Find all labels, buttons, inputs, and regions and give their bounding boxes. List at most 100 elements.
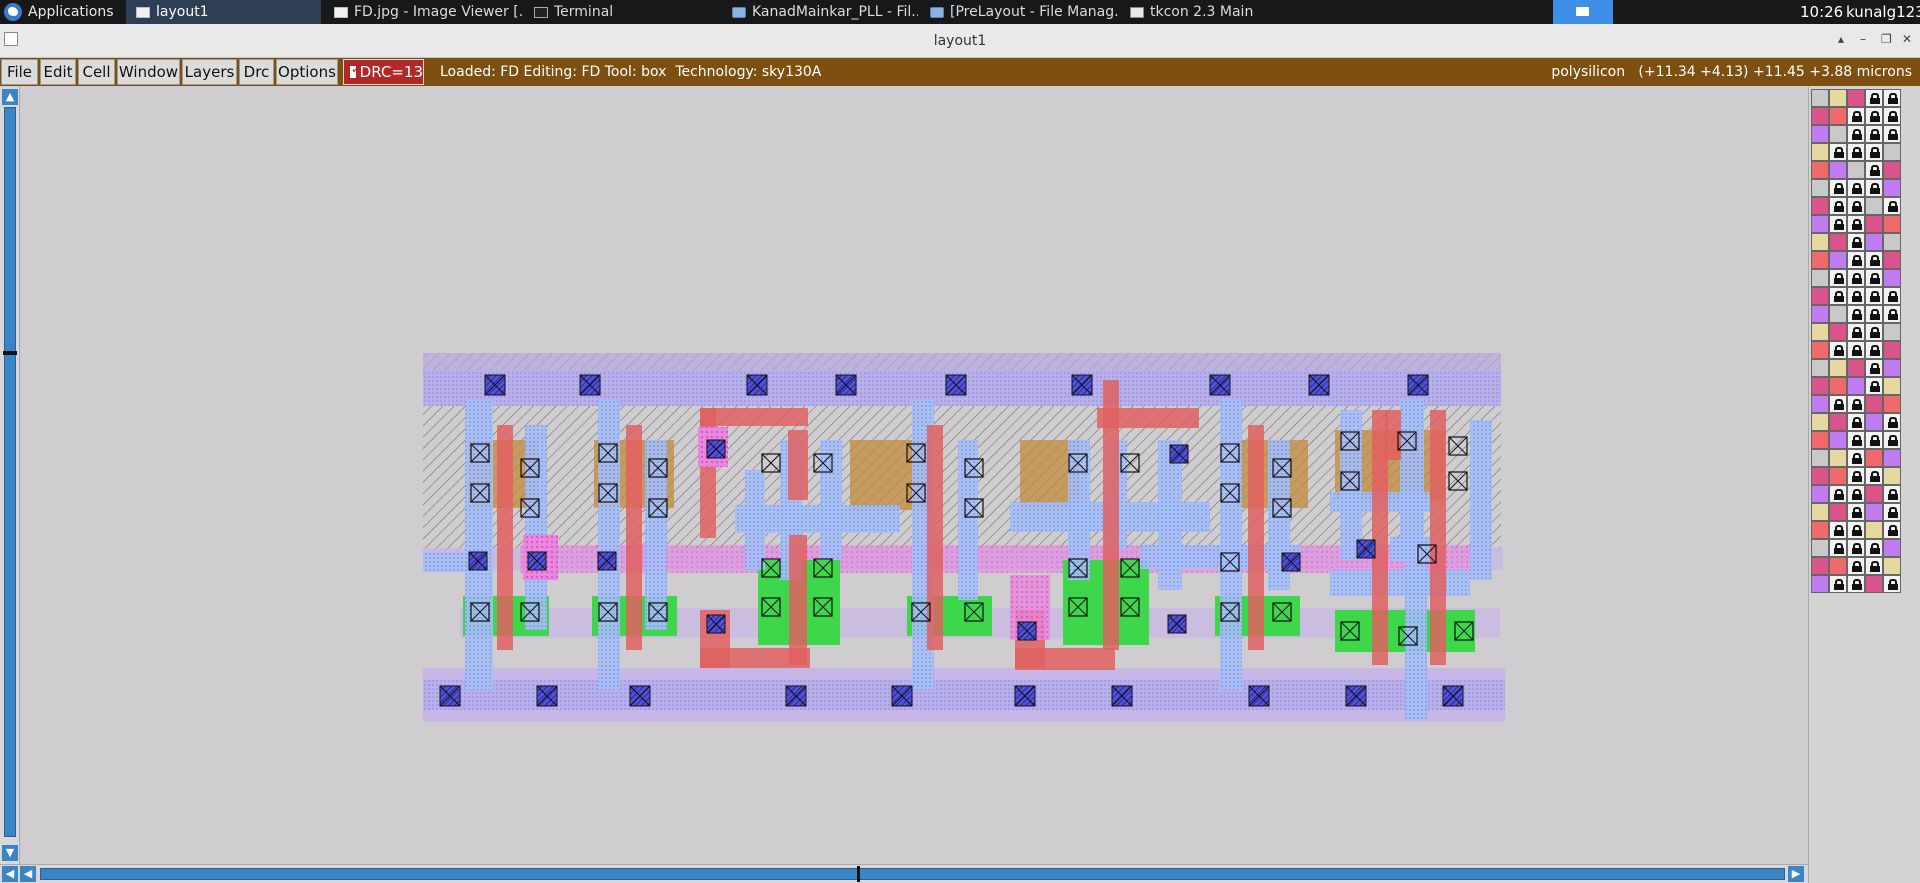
layer-swatch[interactable] [1865, 431, 1883, 449]
layer-swatch[interactable] [1883, 431, 1901, 449]
layer-swatch[interactable] [1865, 449, 1883, 467]
layer-swatch[interactable] [1811, 503, 1829, 521]
layer-swatch[interactable] [1829, 485, 1847, 503]
layer-swatch[interactable] [1811, 413, 1829, 431]
layer-swatch[interactable] [1829, 125, 1847, 143]
layer-swatch[interactable] [1847, 359, 1865, 377]
layer-swatch[interactable] [1847, 467, 1865, 485]
minimize-icon[interactable]: – [1860, 32, 1866, 46]
layer-swatch[interactable] [1865, 323, 1883, 341]
layer-swatch[interactable] [1811, 485, 1829, 503]
layer-swatch[interactable] [1865, 467, 1883, 485]
layer-swatch[interactable] [1811, 89, 1829, 107]
layer-swatch[interactable] [1883, 161, 1901, 179]
layer-swatch[interactable] [1847, 233, 1865, 251]
layer-swatch[interactable] [1811, 323, 1829, 341]
layer-swatch[interactable] [1865, 143, 1883, 161]
layer-swatch[interactable] [1829, 521, 1847, 539]
menu-edit[interactable]: Edit [40, 59, 76, 85]
layer-swatch[interactable] [1883, 251, 1901, 269]
scroll-up-icon[interactable]: ▲ [2, 89, 18, 105]
layer-swatch[interactable] [1829, 89, 1847, 107]
layer-swatch[interactable] [1811, 161, 1829, 179]
vertical-scrollbar[interactable]: ▲ ▼ [0, 87, 20, 865]
menu-window[interactable]: Window [117, 59, 180, 85]
layer-swatch[interactable] [1811, 305, 1829, 323]
layer-swatch[interactable] [1865, 215, 1883, 233]
layer-swatch[interactable] [1847, 503, 1865, 521]
layer-swatch[interactable] [1829, 197, 1847, 215]
layer-swatch[interactable] [1883, 269, 1901, 287]
menu-file[interactable]: File [1, 59, 38, 85]
layer-swatch[interactable] [1847, 485, 1865, 503]
horizontal-scroll-track[interactable] [40, 868, 1785, 880]
layer-swatch[interactable] [1847, 215, 1865, 233]
layer-swatch[interactable] [1811, 179, 1829, 197]
layer-swatch[interactable] [1883, 377, 1901, 395]
layer-swatch[interactable] [1847, 575, 1865, 593]
layer-swatch[interactable] [1811, 341, 1829, 359]
menu-cell[interactable]: Cell [78, 59, 115, 85]
task-layout1[interactable]: layout1 [126, 0, 321, 24]
layer-swatch[interactable] [1829, 377, 1847, 395]
layer-swatch[interactable] [1811, 215, 1829, 233]
layer-swatch[interactable] [1811, 377, 1829, 395]
layer-swatch[interactable] [1883, 341, 1901, 359]
layer-swatch[interactable] [1865, 161, 1883, 179]
layer-swatch[interactable] [1847, 287, 1865, 305]
layer-swatch[interactable] [1811, 233, 1829, 251]
layer-swatch[interactable] [1865, 503, 1883, 521]
layer-swatch[interactable] [1883, 89, 1901, 107]
layer-swatch[interactable] [1883, 287, 1901, 305]
layer-swatch[interactable] [1883, 557, 1901, 575]
layer-swatch[interactable] [1865, 269, 1883, 287]
layer-swatch[interactable] [1883, 575, 1901, 593]
layer-swatch[interactable] [1865, 395, 1883, 413]
layer-swatch[interactable] [1865, 305, 1883, 323]
layer-swatch[interactable] [1847, 197, 1865, 215]
layer-swatch[interactable] [1847, 341, 1865, 359]
layer-palette[interactable] [1808, 87, 1920, 883]
layer-swatch[interactable] [1865, 377, 1883, 395]
scroll-down-icon[interactable]: ▼ [2, 845, 18, 861]
layout-drawing[interactable] [22, 87, 1808, 864]
layer-swatch[interactable] [1865, 233, 1883, 251]
layer-swatch[interactable] [1811, 251, 1829, 269]
layer-swatch[interactable] [1883, 539, 1901, 557]
maximize-icon[interactable]: ❐ [1881, 32, 1892, 46]
layer-swatch[interactable] [1811, 521, 1829, 539]
menu-layers[interactable]: Layers [182, 59, 237, 85]
layer-swatch[interactable] [1883, 125, 1901, 143]
layout-canvas[interactable] [22, 87, 1808, 864]
layer-swatch[interactable] [1811, 125, 1829, 143]
layer-swatch[interactable] [1829, 395, 1847, 413]
user-name[interactable]: kunalg123 [1846, 0, 1920, 24]
scroll-right-icon[interactable]: ▶ [1788, 866, 1804, 882]
task-terminal[interactable]: Terminal [524, 0, 720, 24]
layer-swatch[interactable] [1829, 539, 1847, 557]
layer-swatch[interactable] [1829, 503, 1847, 521]
layer-swatch[interactable] [1811, 467, 1829, 485]
layer-swatch[interactable] [1829, 269, 1847, 287]
layer-swatch[interactable] [1847, 251, 1865, 269]
workspace-switcher-button[interactable] [1553, 0, 1613, 24]
layer-swatch[interactable] [1847, 305, 1865, 323]
layer-swatch[interactable] [1811, 557, 1829, 575]
close-icon[interactable]: ✕ [1902, 32, 1912, 46]
layer-swatch[interactable] [1865, 485, 1883, 503]
layer-swatch[interactable] [1829, 341, 1847, 359]
layer-swatch[interactable] [1883, 215, 1901, 233]
layer-swatch[interactable] [1811, 539, 1829, 557]
layer-swatch[interactable] [1865, 539, 1883, 557]
layer-swatch[interactable] [1847, 557, 1865, 575]
layer-swatch[interactable] [1829, 467, 1847, 485]
layer-swatch[interactable] [1865, 575, 1883, 593]
layer-swatch[interactable] [1847, 413, 1865, 431]
scroll-left-icon-end[interactable]: ◀ [2, 866, 18, 882]
layer-swatch[interactable] [1811, 359, 1829, 377]
layer-swatch[interactable] [1829, 215, 1847, 233]
task-file-manager-prelayout[interactable]: [PreLayout - File Manag... [920, 0, 1118, 24]
layer-swatch[interactable] [1865, 107, 1883, 125]
layer-swatch[interactable] [1811, 431, 1829, 449]
layer-swatch[interactable] [1865, 413, 1883, 431]
